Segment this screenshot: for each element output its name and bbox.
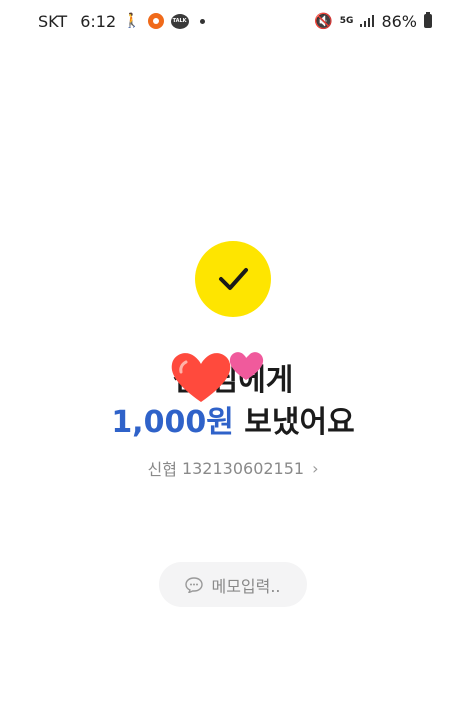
mute-icon: 🔇 (314, 12, 333, 30)
account-info[interactable]: 신협 132130602151 › (0, 456, 466, 480)
chevron-right-icon: › (312, 458, 319, 478)
status-bar-left: SKT 6:12 🚶 TALK (38, 12, 205, 31)
check-icon (219, 268, 248, 290)
success-badge (195, 241, 271, 317)
talk-icon: TALK (170, 13, 189, 29)
memo-label: 메모입력.. (211, 576, 281, 596)
account-number: 132130602151 (181, 458, 305, 478)
amount: 1,000원 (111, 405, 234, 440)
walking-icon: 🚶 (123, 13, 141, 29)
memo-input-button[interactable]: 메모입력.. (159, 562, 307, 607)
status-bar-right: 🔇 5G 86% (314, 12, 432, 31)
record-icon (147, 13, 164, 29)
carrier-label: SKT (38, 11, 68, 31)
signal-icon (360, 15, 375, 27)
sent-text: 보냈어요 (244, 405, 355, 440)
notification-dot-icon (199, 18, 205, 24)
amount-line: 1,000원 보냈어요 (0, 402, 466, 444)
clock: 6:12 (80, 11, 117, 31)
network-type: 5G (339, 15, 354, 26)
battery-percent: 86% (381, 11, 417, 31)
chat-bubble-icon (185, 576, 204, 593)
status-bar: SKT 6:12 🚶 TALK 🔇 5G 86% (0, 0, 466, 42)
transfer-message: 심 님에게 1,000원 보냈어요 (0, 360, 466, 444)
battery-icon (424, 12, 432, 28)
bank-name: 신협 (147, 460, 177, 479)
recipient-line: 심 님에게 (172, 363, 294, 398)
transfer-complete-screen: SKT 6:12 🚶 TALK 🔇 5G 86% 심 님에게 1,000원 보냈… (0, 0, 466, 707)
